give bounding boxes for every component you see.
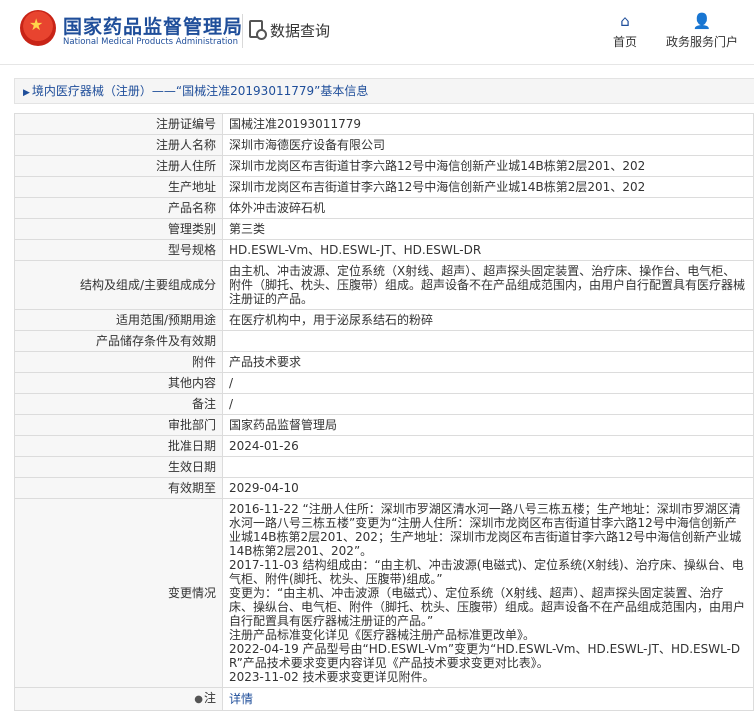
info-row: 其他内容 /	[14, 372, 754, 394]
info-row: 变更情况 2016-11-22 “注册人住所：深圳市罗湖区清水河一路八号三栋五楼；…	[14, 498, 754, 688]
header-divider	[242, 14, 243, 48]
nmpa-emblem-icon[interactable]	[20, 10, 56, 46]
note-row: ●注 详情	[14, 687, 754, 711]
info-row-value: 深圳市海德医疗设备有限公司	[222, 134, 754, 156]
brand-title-cn[interactable]: 国家药品监督管理局	[63, 12, 243, 39]
info-row: 审批部门 国家药品监督管理局	[14, 414, 754, 436]
info-row-value: 2016-11-22 “注册人住所：深圳市罗湖区清水河一路八号三栋五楼；生产地址…	[222, 498, 754, 688]
info-row-value: 国械注准20193011779	[222, 113, 754, 135]
info-row-label: 变更情况	[14, 498, 223, 688]
info-row: 管理类别 第三类	[14, 218, 754, 240]
data-query-icon	[249, 20, 267, 40]
info-row: 型号规格 HD.ESWL-Vm、HD.ESWL-JT、HD.ESWL-DR	[14, 239, 754, 261]
info-row: 产品储存条件及有效期	[14, 330, 754, 352]
nav-home[interactable]: ⌂ 首页	[610, 12, 640, 50]
info-row-value: 2024-01-26	[222, 435, 754, 457]
info-row: 注册人名称 深圳市海德医疗设备有限公司	[14, 134, 754, 156]
home-icon: ⌂	[620, 12, 630, 30]
pin-icon: ●	[194, 694, 203, 705]
note-row-value: 详情	[222, 687, 754, 711]
info-row-label: 型号规格	[14, 239, 223, 261]
info-row-value	[222, 330, 754, 352]
info-row: 有效期至 2029-04-10	[14, 477, 754, 499]
breadcrumb: ▶ 境内医疗器械（注册）——“国械注准20193011779”基本信息	[14, 78, 754, 104]
info-row-value: 深圳市龙岗区布吉街道甘李六路12号中海信创新产业城14B栋第2层201、202	[222, 155, 754, 177]
info-row: 结构及组成/主要组成成分 由主机、冲击波源、定位系统（X射线、超声）、超声探头固定…	[14, 260, 754, 310]
info-row-value: HD.ESWL-Vm、HD.ESWL-JT、HD.ESWL-DR	[222, 239, 754, 261]
info-row-value: 国家药品监督管理局	[222, 414, 754, 436]
info-row-value: /	[222, 372, 754, 394]
info-row-label: 备注	[14, 393, 223, 415]
info-row: 生效日期	[14, 456, 754, 478]
device-info-table: 注册证编号 国械注准20193011779 注册人名称 深圳市海德医疗设备有限公司 注册…	[14, 113, 754, 711]
note-label: 注	[203, 691, 216, 705]
info-row-label: 附件	[14, 351, 223, 373]
data-query-title[interactable]: 数据查询	[270, 20, 330, 41]
breadcrumb-text: 境内医疗器械（注册）——“国械注准20193011779”基本信息	[31, 84, 369, 98]
info-row-label: 生效日期	[14, 456, 223, 478]
site-header: 国家药品监督管理局 National Medical Products Admi…	[0, 0, 754, 65]
nav-gov-service-label: 政务服务门户	[665, 35, 738, 49]
info-row-value: /	[222, 393, 754, 415]
user-icon: 👤	[692, 12, 712, 30]
info-row-value	[222, 456, 754, 478]
info-row: 备注 /	[14, 393, 754, 415]
info-row-value: 由主机、冲击波源、定位系统（X射线、超声）、超声探头固定装置、治疗床、操作台、电…	[222, 260, 754, 310]
info-row: 注册人住所 深圳市龙岗区布吉街道甘李六路12号中海信创新产业城14B栋第2层201…	[14, 155, 754, 177]
brand-title-en[interactable]: National Medical Products Administration	[63, 37, 238, 47]
info-row-label: 产品储存条件及有效期	[14, 330, 223, 352]
info-row-label: 结构及组成/主要组成成分	[14, 260, 223, 310]
info-row-label: 其他内容	[14, 372, 223, 394]
note-row-label: ●注	[14, 687, 223, 711]
info-row-label: 批准日期	[14, 435, 223, 457]
info-row: 附件 产品技术要求	[14, 351, 754, 373]
info-row-value: 2029-04-10	[222, 477, 754, 499]
info-row-value: 在医疗机构中，用于泌尿系结石的粉碎	[222, 309, 754, 331]
info-row-label: 注册人住所	[14, 155, 223, 177]
info-row: 适用范围/预期用途 在医疗机构中，用于泌尿系结石的粉碎	[14, 309, 754, 331]
info-row-value: 体外冲击波碎石机	[222, 197, 754, 219]
info-row-label: 生产地址	[14, 176, 223, 198]
info-row: 批准日期 2024-01-26	[14, 435, 754, 457]
breadcrumb-arrow-icon: ▶	[23, 88, 30, 98]
info-row-value: 深圳市龙岗区布吉街道甘李六路12号中海信创新产业城14B栋第2层201、202	[222, 176, 754, 198]
info-row: 注册证编号 国械注准20193011779	[14, 113, 754, 135]
info-row-label: 适用范围/预期用途	[14, 309, 223, 331]
info-row-label: 注册证编号	[14, 113, 223, 135]
nav-home-label: 首页	[612, 35, 637, 49]
nav-gov-service[interactable]: 👤 政务服务门户	[664, 12, 740, 50]
info-row-label: 有效期至	[14, 477, 223, 499]
info-row-label: 产品名称	[14, 197, 223, 219]
info-row-value: 产品技术要求	[222, 351, 754, 373]
info-row: 生产地址 深圳市龙岗区布吉街道甘李六路12号中海信创新产业城14B栋第2层201、…	[14, 176, 754, 198]
details-link[interactable]: 详情	[229, 692, 253, 706]
info-row: 产品名称 体外冲击波碎石机	[14, 197, 754, 219]
info-row-label: 注册人名称	[14, 134, 223, 156]
info-row-label: 审批部门	[14, 414, 223, 436]
info-row-label: 管理类别	[14, 218, 223, 240]
info-row-value: 第三类	[222, 218, 754, 240]
